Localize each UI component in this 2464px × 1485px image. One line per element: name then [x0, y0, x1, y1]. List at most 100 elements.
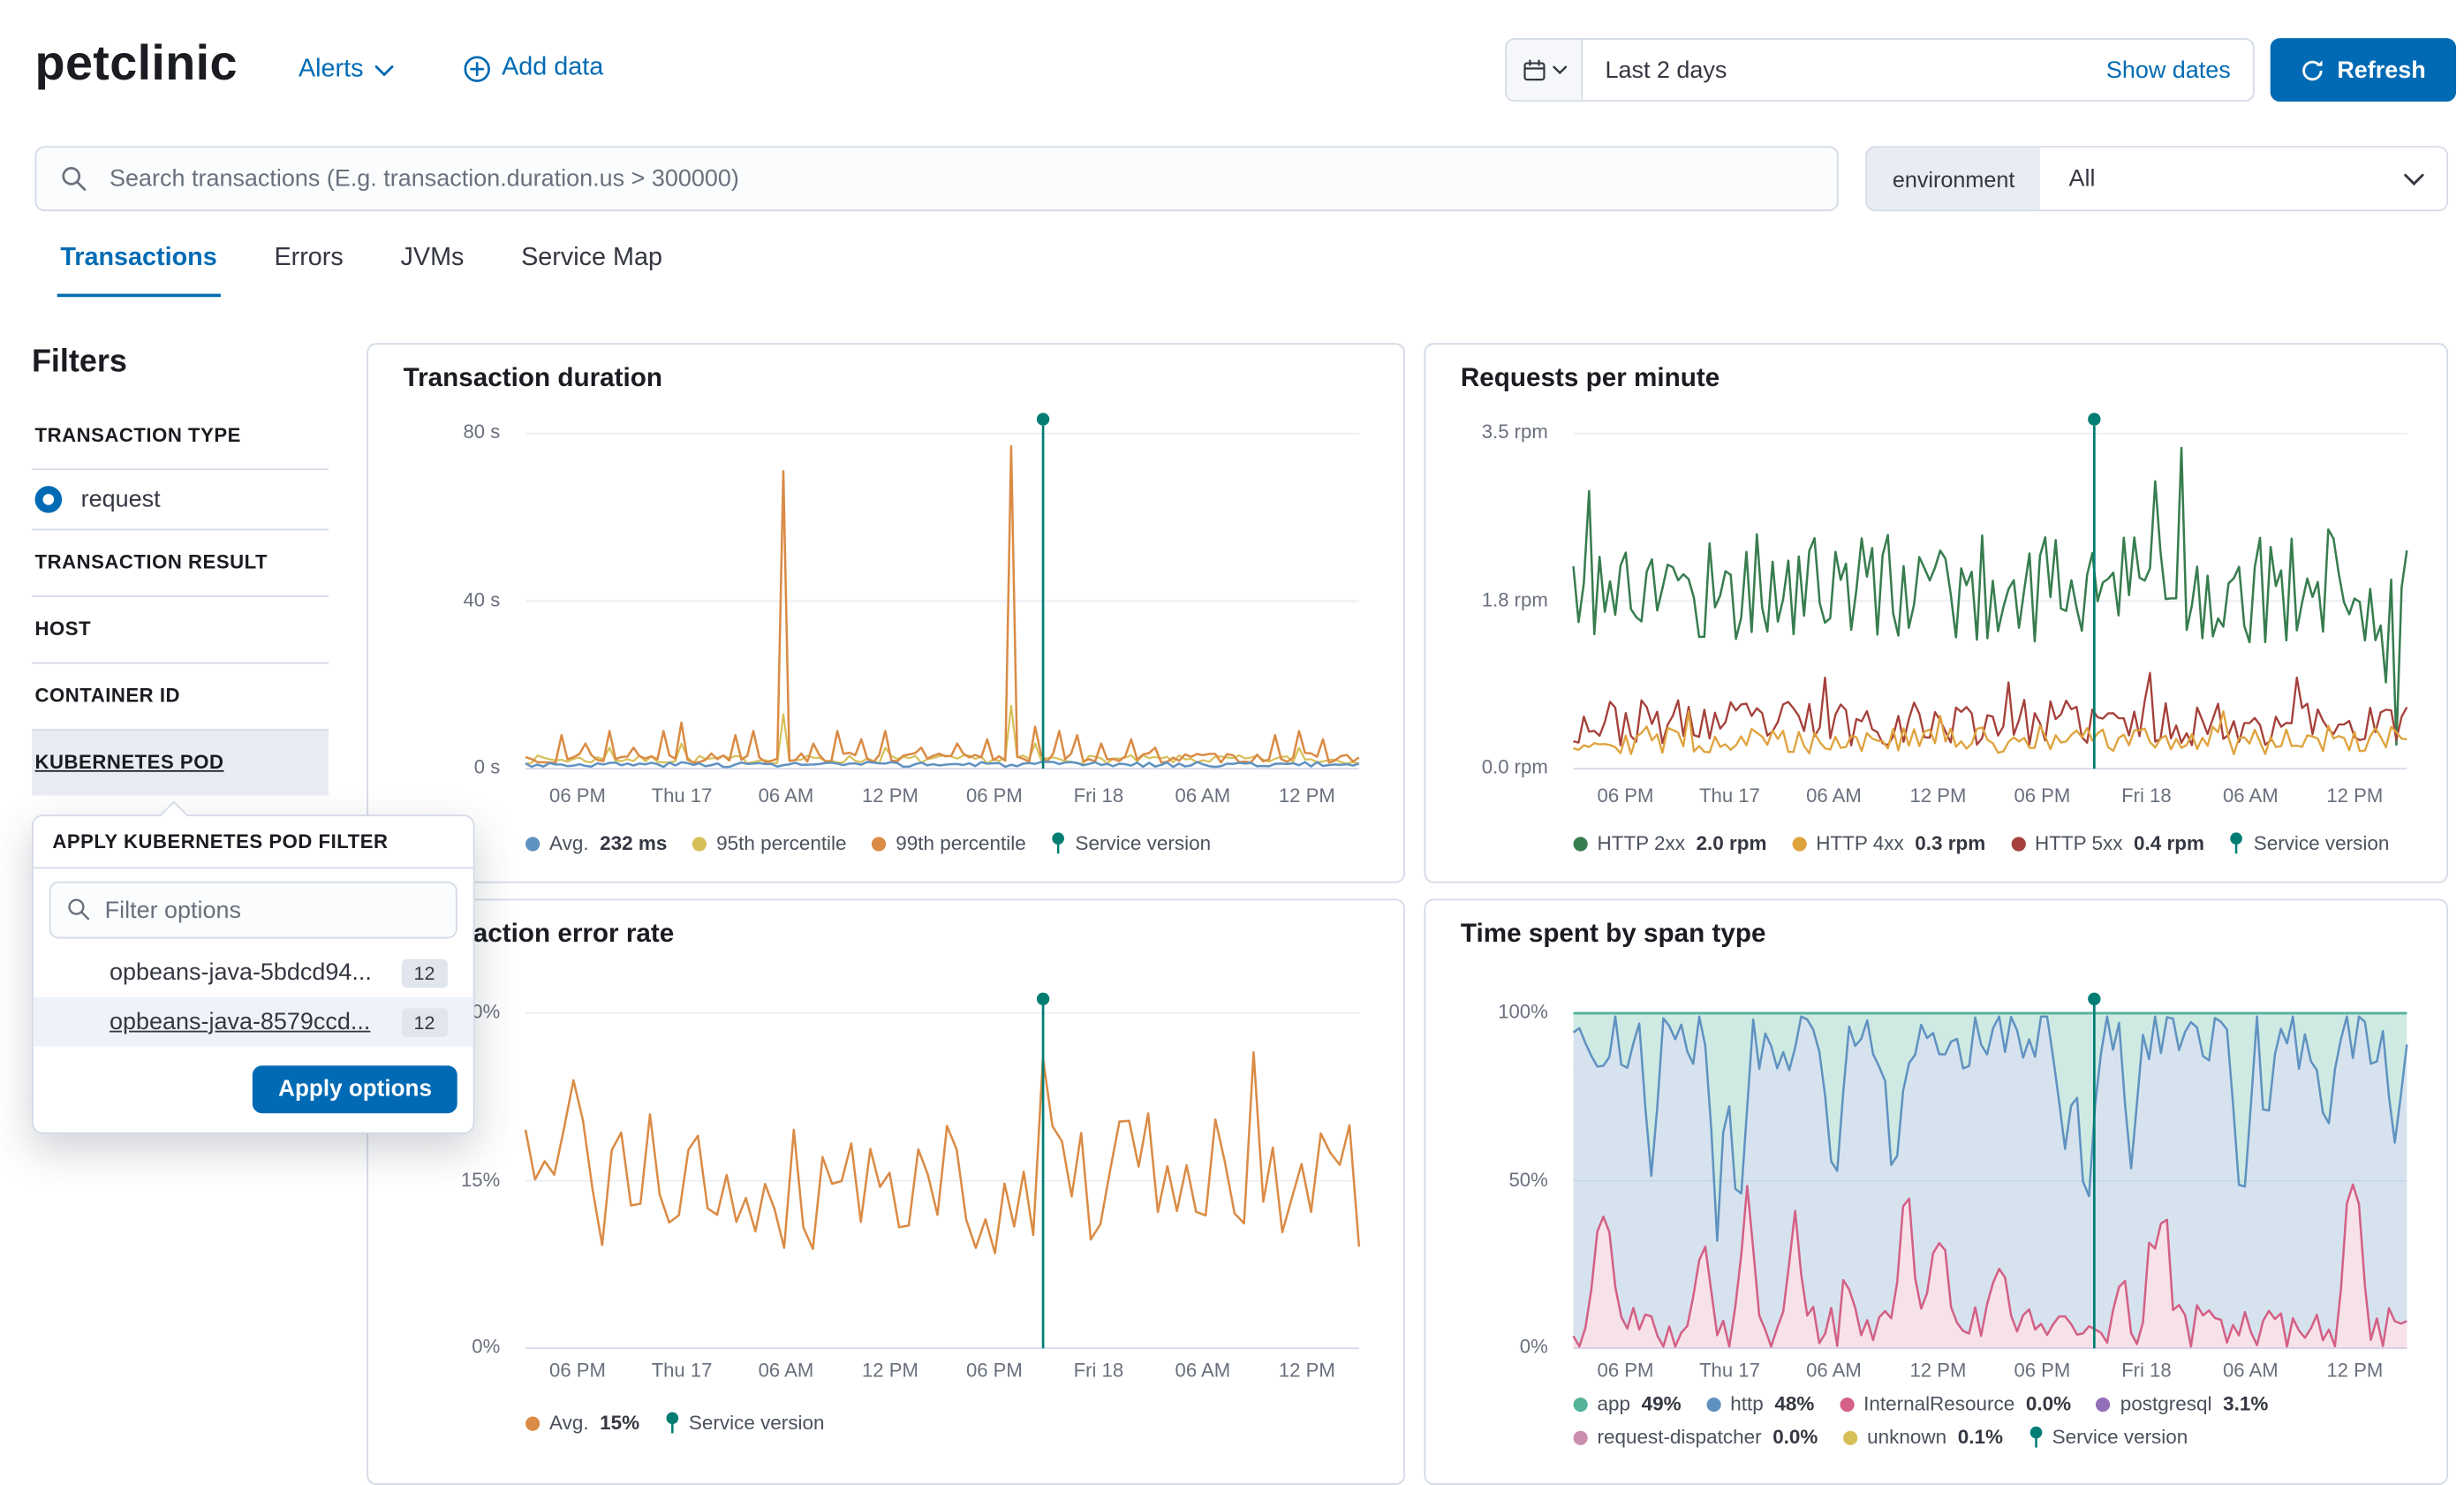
legend-item-unknown[interactable]: unknown0.1%	[1843, 1426, 2003, 1448]
x-axis-tick: Thu 17	[630, 1360, 734, 1382]
popover-footer: Apply options	[34, 1047, 473, 1133]
service-title: petclinic	[35, 35, 238, 93]
legend-dot-icon	[1792, 836, 1806, 850]
legend-dot-icon	[525, 836, 540, 850]
legend-item-avg[interactable]: Avg.232 ms	[525, 832, 667, 854]
alerts-dropdown[interactable]: Alerts	[299, 56, 394, 84]
x-axis-tick: 06 AM	[1781, 784, 1886, 807]
y-axis-tick: 50%	[1508, 1168, 1547, 1190]
x-axis-tick: Fri 18	[1047, 1360, 1151, 1382]
legend-label: postgresql	[2120, 1393, 2212, 1415]
pod-option-1[interactable]: opbeans-java-5bdcd94... 12	[34, 948, 473, 997]
legend-value: 0.0%	[2026, 1393, 2071, 1415]
filter-options-input[interactable]	[49, 882, 457, 939]
chart-title: Transaction duration	[404, 364, 662, 394]
legend-label: Service version	[2254, 832, 2390, 854]
show-dates-button[interactable]: Show dates	[2084, 40, 2253, 100]
x-axis-tick: 06 AM	[2198, 1360, 2302, 1382]
transaction-duration-chart[interactable]	[525, 434, 1359, 769]
section-tabs: Transactions Errors JVMs Service Map	[57, 239, 666, 298]
tab-jvms[interactable]: JVMs	[397, 239, 467, 298]
pod-option-2[interactable]: opbeans-java-8579ccd... 12	[34, 997, 473, 1047]
y-axis-tick: 80 s	[463, 420, 500, 443]
x-axis-tick: 06 PM	[1990, 1360, 2094, 1382]
x-axis: 06 PMThu 1706 AM12 PM06 PMFri 1806 AM12 …	[525, 1360, 1359, 1382]
transaction-error-rate-chart[interactable]	[525, 1013, 1359, 1348]
filter-section-container-id[interactable]: CONTAINER ID	[32, 663, 329, 729]
x-axis-tick: 12 PM	[838, 1360, 942, 1382]
search-transactions-input[interactable]	[106, 163, 1836, 193]
legend-item-postgresql[interactable]: postgresql3.1%	[2097, 1393, 2268, 1415]
filter-section-host[interactable]: HOST	[32, 597, 329, 663]
chevron-down-icon	[374, 64, 394, 76]
legend-item-http[interactable]: http48%	[1706, 1393, 1814, 1415]
search-icon	[60, 165, 87, 193]
legend-label: unknown	[1867, 1426, 1946, 1448]
legend-item-service-version[interactable]: Service version	[665, 1412, 825, 1434]
legend-item-95th-percentile[interactable]: 95th percentile	[692, 832, 846, 854]
filter-option-request[interactable]: request	[32, 470, 329, 529]
legend-value: 2.0 rpm	[1697, 832, 1767, 854]
environment-select[interactable]: All	[2040, 148, 2446, 209]
plus-circle-icon	[464, 55, 491, 82]
legend-label: HTTP 2xx	[1597, 832, 1684, 854]
y-axis-tick: 0.0 rpm	[1482, 756, 1548, 778]
legend-value: 232 ms	[600, 832, 667, 854]
y-axis: 3.5 rpm1.8 rpm0.0 rpm	[1425, 434, 1561, 769]
legend-item-avg[interactable]: Avg.15%	[525, 1412, 639, 1434]
add-data-button[interactable]: Add data	[464, 54, 603, 82]
x-axis-tick: Fri 18	[2094, 1360, 2198, 1382]
legend-item-service-version[interactable]: Service version	[2230, 832, 2390, 854]
legend-label: Avg.	[549, 1412, 589, 1434]
time-spent-by-span-type-chart[interactable]	[1574, 1013, 2407, 1348]
legend-label: Service version	[689, 1412, 825, 1434]
chart-legend: Avg.15% Service version	[525, 1412, 1383, 1434]
x-axis-tick: 06 PM	[525, 1360, 630, 1382]
alerts-label: Alerts	[299, 56, 364, 84]
legend-value: 48%	[1774, 1393, 1814, 1415]
legend-item-service-version[interactable]: Service version	[2029, 1426, 2188, 1448]
legend-item-request-dispatcher[interactable]: request-dispatcher0.0%	[1574, 1426, 1818, 1448]
filter-section-transaction-result[interactable]: TRANSACTION RESULT	[32, 530, 329, 595]
legend-item-http-2xx[interactable]: HTTP 2xx 2.0 rpm	[1574, 832, 1767, 854]
x-axis-tick: 06 AM	[1151, 784, 1255, 807]
service-version-pin-icon	[1051, 832, 1065, 854]
kubernetes-pod-filter-popover: APPLY KUBERNETES POD FILTER opbeans-java…	[32, 814, 475, 1133]
apply-options-button[interactable]: Apply options	[253, 1065, 457, 1113]
refresh-button[interactable]: Refresh	[2271, 38, 2456, 102]
tab-service-map[interactable]: Service Map	[518, 239, 666, 298]
radio-label: request	[81, 486, 161, 513]
service-version-pin-icon	[2029, 1426, 2043, 1448]
filter-section-transaction-type: TRANSACTION TYPE	[32, 404, 329, 469]
legend-label: 95th percentile	[716, 832, 846, 854]
x-axis-tick: 12 PM	[1255, 1360, 1359, 1382]
chart-legend: app 49% http48% InternalResource0.0% postgre…	[1574, 1393, 2444, 1449]
legend-item-99th-percentile[interactable]: 99th percentile	[872, 832, 1025, 854]
legend-value: 49%	[1642, 1393, 1682, 1415]
legend-item-internalresource[interactable]: InternalResource0.0%	[1840, 1393, 2071, 1415]
x-axis-tick: 12 PM	[838, 784, 942, 807]
legend-value: 0.4 rpm	[2134, 832, 2204, 854]
time-range-value[interactable]: Last 2 days	[1583, 40, 2083, 100]
tab-transactions[interactable]: Transactions	[57, 239, 221, 298]
y-axis-tick: 15%	[461, 1168, 500, 1190]
legend-item-http-5xx[interactable]: HTTP 5xx0.4 rpm	[2011, 832, 2204, 854]
quick-select-button[interactable]	[1507, 40, 1583, 100]
filters-title: Filters	[32, 343, 329, 381]
requests-per-minute-chart[interactable]	[1574, 434, 2407, 769]
x-axis-tick: Thu 17	[630, 784, 734, 807]
legend-dot-icon	[1706, 1397, 1720, 1411]
pod-option-label: opbeans-java-5bdcd94...	[110, 959, 401, 987]
legend-item-app[interactable]: app 49%	[1574, 1393, 1682, 1415]
legend-item-service-version[interactable]: Service version	[1051, 832, 1211, 854]
filters-sidebar: Filters TRANSACTION TYPE request TRANSAC…	[32, 343, 329, 795]
legend-dot-icon	[692, 836, 707, 850]
x-axis-tick: 06 AM	[1151, 1360, 1255, 1382]
legend-item-http-4xx[interactable]: HTTP 4xx0.3 rpm	[1792, 832, 1985, 854]
filter-section-kubernetes-pod[interactable]: KUBERNETES POD	[32, 731, 329, 796]
x-axis-tick: 06 AM	[2198, 784, 2302, 807]
chart-title: Time spent by span type	[1461, 920, 1766, 950]
chevron-down-icon	[2404, 172, 2424, 185]
tab-errors[interactable]: Errors	[271, 239, 347, 298]
legend-label: app	[1597, 1393, 1629, 1415]
